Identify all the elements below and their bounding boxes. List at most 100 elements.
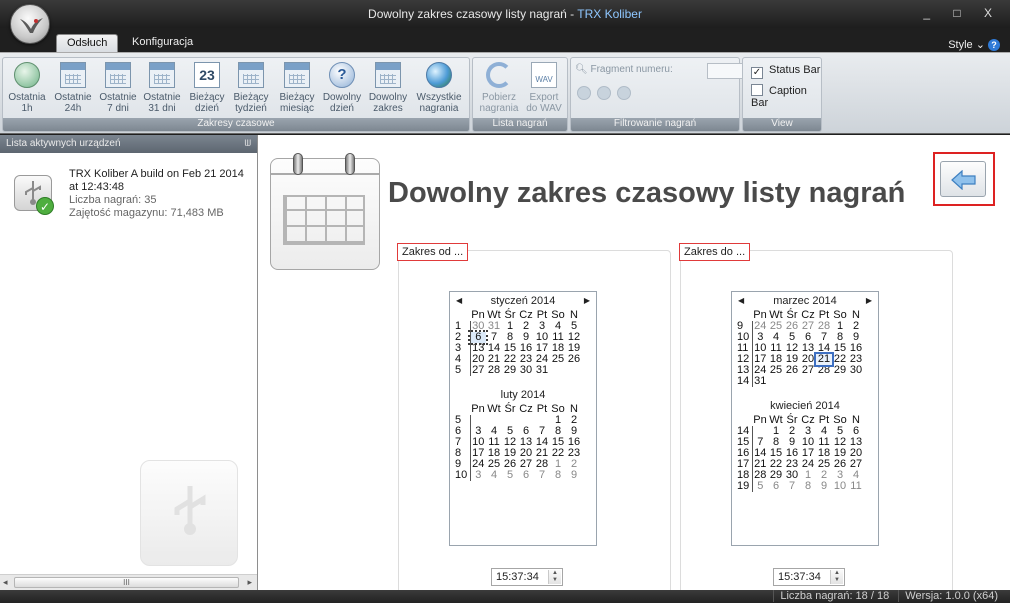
calendar-day[interactable]: 25 — [768, 365, 784, 376]
time-range-label-1: Dowolny — [368, 92, 408, 103]
time-range-button[interactable]: Ostatnie 31 dni — [141, 62, 183, 114]
status-bar: Liczba nagrań: 18 / 18 Wersja: 1.0.0 (x6… — [0, 590, 1010, 603]
app-menu-button[interactable] — [10, 4, 50, 44]
calendar-to[interactable]: ◀ ▶ marzec 2014 Pn Wt Śr Cz Pt So N 9 24 25 26 27 28 1 2 1… — [731, 291, 879, 546]
weekday-header: Wt — [487, 403, 501, 415]
calendar-day[interactable]: 29 — [502, 365, 518, 376]
group-caption-time-ranges: Zakresy czasowe — [3, 118, 469, 131]
time-range-label-1: Ostatnie — [99, 92, 137, 103]
weekday-header: Śr — [504, 403, 516, 415]
calendar-day — [566, 365, 582, 376]
search-label-text: Fragment numeru: — [590, 64, 673, 75]
calendar-day[interactable]: 27 — [800, 365, 816, 376]
calendar-day — [784, 376, 800, 387]
time-range-button[interactable]: Ostatnie 7 dni — [97, 62, 139, 114]
group-recordings: Pobierz nagrania WAV Export do WAV Lista… — [472, 57, 568, 132]
calendar-month-title: styczeń 2014 — [490, 295, 556, 307]
title-bar: Dowolny zakres czasowy listy nagrań - TR… — [0, 0, 1010, 28]
calendar-grid: Pn Wt Śr Cz Pt So N 5 1 2 6 3 4 5 6 7 8 9 7 10 11 12 13 14 15 16 8… — [454, 404, 582, 481]
calendar-day[interactable]: 26 — [784, 365, 800, 376]
calendar-day[interactable]: 8 — [800, 481, 816, 492]
device-list-pane: Lista aktywnych urządzeń ᗯ ✓ TRX Koliber… — [0, 135, 258, 590]
pin-icon[interactable]: ᗯ — [245, 138, 252, 149]
calendar-day[interactable]: 25 — [550, 354, 566, 365]
time-range-label-1: Bieżący — [233, 92, 269, 103]
calendar-day[interactable]: 5 — [502, 470, 518, 481]
calendar-day[interactable]: 26 — [566, 354, 582, 365]
status-bar-checkbox-row[interactable]: ✓ Status Bar — [751, 64, 820, 79]
checkmark-icon: ✓ — [36, 197, 54, 215]
calendar-day[interactable]: 8 — [550, 470, 566, 481]
globe-icon — [426, 62, 452, 88]
style-menu[interactable]: Style ⌄ ? — [948, 38, 1000, 51]
time-range-button[interactable]: 23 Bieżący dzień — [187, 62, 227, 114]
time-range-button[interactable]: Ostatnia 1h — [7, 62, 47, 114]
calendar-day[interactable]: 11 — [848, 481, 864, 492]
prev-month-icon[interactable]: ◀ — [456, 292, 462, 310]
time-range-label-2: zakres — [373, 103, 403, 114]
prev-month-icon[interactable]: ◀ — [738, 292, 744, 310]
scroll-left-icon[interactable]: ◂ — [3, 577, 8, 588]
calendar-day[interactable]: 28 — [486, 365, 502, 376]
calendar-week-icon — [238, 62, 264, 88]
calendar-day[interactable]: 30 — [848, 365, 864, 376]
time-from-spinner[interactable]: ▲ ▼ — [548, 570, 561, 584]
calendar-day[interactable]: 6 — [518, 470, 534, 481]
time-to-input[interactable]: 15:37:34 ▲ ▼ — [773, 568, 845, 586]
ribbon: Ostatnia 1h Ostatnie 24h Ostatnie 7 dni Ostatn… — [0, 52, 1010, 134]
calendar-day[interactable]: 7 — [784, 481, 800, 492]
calendar-day[interactable]: 31 — [534, 365, 550, 376]
help-icon[interactable]: ? — [988, 39, 1000, 51]
calendar-day[interactable]: 30 — [518, 365, 534, 376]
tab-odsluch[interactable]: Odsłuch — [56, 34, 119, 52]
arrow-right-icon[interactable] — [597, 86, 612, 100]
status-bar-checkbox[interactable]: ✓ — [751, 67, 763, 79]
calendar-24-icon — [60, 62, 86, 88]
calendar-day[interactable]: 9 — [566, 470, 582, 481]
calendar-day[interactable]: 6 — [768, 481, 784, 492]
calendar-day[interactable]: 9 — [816, 481, 832, 492]
caption-bar-checkbox-row[interactable]: Caption Bar — [751, 84, 821, 109]
ribbon-tabs: Odsłuch Konfiguracja Style ⌄ ? — [0, 28, 1010, 52]
calendar-day[interactable]: 10 — [832, 481, 848, 492]
calendar-day[interactable]: 29 — [832, 365, 848, 376]
calendar-range-icon — [375, 62, 401, 88]
time-range-label-2: 31 dni — [148, 103, 176, 114]
calendar-day[interactable]: 27 — [470, 365, 486, 376]
chevron-down-icon: ⌄ — [975, 39, 985, 51]
window-controls[interactable]: _ □ X — [923, 6, 1002, 20]
time-range-button[interactable]: Bieżący tydzień — [229, 62, 273, 114]
calendar-day[interactable]: 28 — [816, 365, 832, 376]
back-button[interactable] — [940, 161, 986, 197]
time-from-input[interactable]: 15:37:34 ▲ ▼ — [491, 568, 563, 586]
calendar-day[interactable]: 3 — [470, 470, 486, 481]
horizontal-scrollbar[interactable]: ◂ III ▸ — [0, 574, 257, 590]
calendar-day[interactable]: 31 — [752, 376, 768, 387]
time-range-button[interactable]: Bieżący miesiąc — [275, 62, 319, 114]
calendar-from[interactable]: ◀ ▶ styczeń 2014 Pn Wt Śr Cz Pt So N 1 30 31 1 2 3 4 5 2 6 7… — [449, 291, 597, 546]
group-caption-view: View — [743, 118, 821, 131]
fetch-recordings-button[interactable]: Pobierz nagrania — [477, 62, 521, 114]
next-month-icon[interactable]: ▶ — [866, 292, 872, 310]
time-range-button[interactable]: ? Dowolny dzień — [321, 62, 363, 114]
calendar-day[interactable]: 7 — [534, 470, 550, 481]
time-to-spinner[interactable]: ▲ ▼ — [830, 570, 843, 584]
clear-filter-icon[interactable] — [617, 86, 632, 100]
group-caption-filter: Filtrowanie nagrań — [571, 118, 739, 131]
scroll-right-icon[interactable]: ▸ — [247, 577, 252, 588]
scroll-thumb[interactable]: III — [14, 577, 239, 588]
calendar-day[interactable]: 4 — [486, 470, 502, 481]
group-view: ✓ Status Bar Caption Bar View — [742, 57, 822, 132]
caption-bar-checkbox[interactable] — [751, 84, 763, 96]
time-range-button[interactable]: Ostatnie 24h — [51, 62, 95, 114]
time-range-button[interactable]: Wszystkie nagrania — [413, 62, 465, 114]
range-to-box: Zakres do ... ◀ ▶ marzec 2014 Pn Wt Śr Cz Pt So N… — [679, 243, 953, 595]
tab-konfiguracja[interactable]: Konfiguracja — [122, 34, 203, 52]
calendar-day[interactable]: 5 — [752, 481, 768, 492]
arrow-left-icon[interactable] — [577, 86, 591, 100]
export-wav-button[interactable]: WAV Export do WAV — [523, 62, 565, 114]
calendar-day — [550, 365, 566, 376]
export-label-1: Export — [529, 92, 559, 103]
next-month-icon[interactable]: ▶ — [584, 292, 590, 310]
time-range-button[interactable]: Dowolny zakres — [365, 62, 411, 114]
